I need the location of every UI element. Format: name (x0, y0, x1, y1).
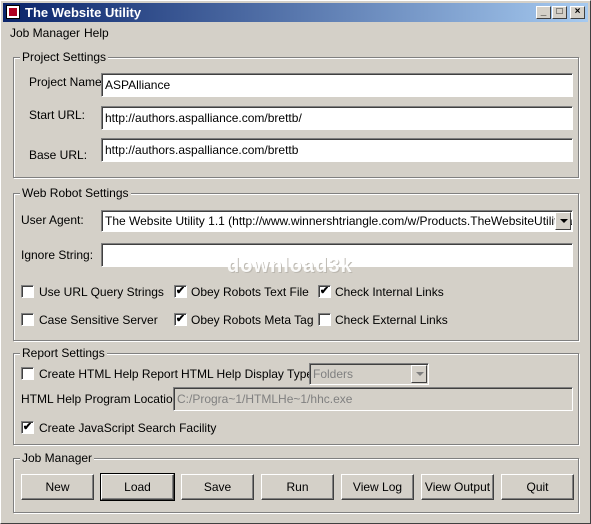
user-agent-label: User Agent: (21, 213, 84, 227)
web-robot-settings-legend: Web Robot Settings (20, 186, 131, 200)
project-settings-legend: Project Settings (20, 50, 109, 64)
report-settings-legend: Report Settings (20, 346, 107, 360)
view-log-button[interactable]: View Log (341, 474, 414, 500)
start-url-input[interactable]: http://authors.aspalliance.com/brettb/ (101, 106, 573, 130)
base-url-label: Base URL: (29, 148, 88, 162)
obey-robots-meta-tag-checkbox[interactable]: ✔ (174, 313, 187, 326)
base-url-input[interactable]: http://authors.aspalliance.com/brettb (101, 138, 573, 162)
download3k-watermark-logo: download3k (227, 255, 353, 277)
display-type-value: Folders (313, 367, 354, 381)
quit-button[interactable]: Quit (501, 474, 574, 500)
program-location-label: HTML Help Program Location: (21, 392, 183, 406)
load-button[interactable]: Load (100, 473, 175, 501)
case-sensitive-server-label: Case Sensitive Server (39, 313, 158, 327)
project-name-label: Project Name: (29, 75, 106, 89)
close-button[interactable]: × (570, 6, 585, 19)
check-internal-links-checkbox[interactable]: ✔ (318, 285, 331, 298)
window-title: The Website Utility (25, 5, 142, 20)
app-icon (6, 5, 20, 19)
run-button[interactable]: Run (261, 474, 334, 500)
menu-job-manager[interactable]: Job Manager (10, 26, 80, 40)
create-html-help-checkbox[interactable] (21, 367, 34, 380)
title-bar[interactable]: The Website Utility _ □ × (3, 3, 588, 22)
check-external-links-label: Check External Links (335, 313, 448, 327)
case-sensitive-server-checkbox[interactable] (21, 313, 34, 326)
menu-bar: Job Manager Help (3, 23, 588, 42)
chevron-down-icon[interactable] (411, 365, 427, 383)
display-type-select[interactable]: Folders (309, 363, 429, 385)
maximize-button[interactable]: □ (552, 6, 567, 19)
use-url-query-strings-checkbox[interactable] (21, 285, 34, 298)
project-name-input[interactable]: ASPAlliance (101, 73, 573, 97)
start-url-label: Start URL: (29, 108, 86, 122)
user-agent-value: The Website Utility 1.1 (http://www.winn… (105, 214, 573, 228)
minimize-button[interactable]: _ (536, 6, 551, 19)
obey-robots-meta-tag-label: Obey Robots Meta Tag (191, 313, 314, 327)
menu-help[interactable]: Help (84, 26, 109, 40)
main-window: The Website Utility _ □ × Job Manager He… (0, 0, 591, 524)
program-location-input[interactable]: C:/Progra~1/HTMLHe~1/hhc.exe (173, 387, 573, 411)
job-manager-legend: Job Manager (20, 451, 95, 465)
save-button[interactable]: Save (181, 474, 254, 500)
obey-robots-text-file-checkbox[interactable]: ✔ (174, 285, 187, 298)
js-search-label: Create JavaScript Search Facility (39, 421, 217, 435)
view-output-button[interactable]: View Output (421, 474, 494, 500)
use-url-query-strings-label: Use URL Query Strings (39, 285, 164, 299)
obey-robots-text-file-label: Obey Robots Text File (191, 285, 309, 299)
check-external-links-checkbox[interactable] (318, 313, 331, 326)
display-type-label: HTML Help Display Type: (181, 367, 317, 381)
chevron-down-icon[interactable] (555, 212, 571, 230)
check-internal-links-label: Check Internal Links (335, 285, 444, 299)
ignore-string-label: Ignore String: (21, 248, 94, 262)
user-agent-select[interactable]: The Website Utility 1.1 (http://www.winn… (101, 210, 573, 232)
js-search-checkbox[interactable]: ✔ (21, 421, 34, 434)
create-html-help-label: Create HTML Help Report (39, 367, 178, 381)
new-button[interactable]: New (21, 474, 94, 500)
